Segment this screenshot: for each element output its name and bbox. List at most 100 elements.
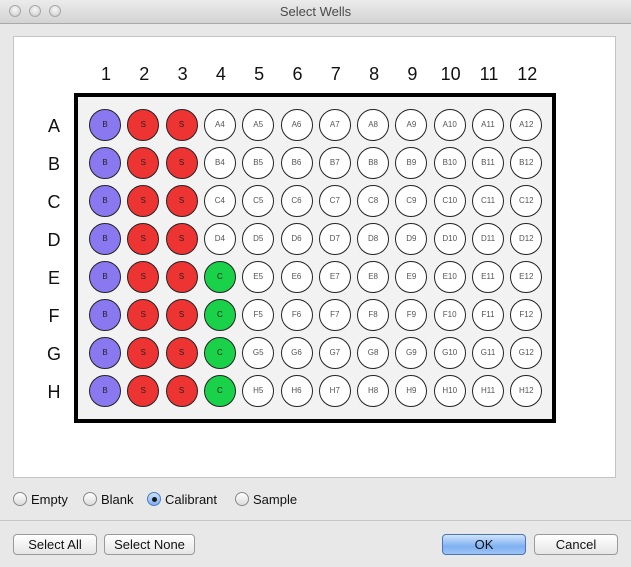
well-D4[interactable]: D4 xyxy=(203,223,236,255)
radio-button-icon[interactable] xyxy=(147,492,161,506)
well-A11[interactable]: A11 xyxy=(472,109,504,141)
well-A8[interactable]: A8 xyxy=(357,109,390,141)
well-F11[interactable]: F11 xyxy=(472,299,504,331)
well-D11[interactable]: D11 xyxy=(472,223,504,255)
row-header[interactable]: D xyxy=(44,229,64,251)
column-header[interactable]: 3 xyxy=(165,63,201,85)
column-header[interactable]: 1 xyxy=(88,63,124,85)
well-C7[interactable]: C7 xyxy=(318,185,351,217)
radio-blank[interactable]: Blank xyxy=(83,490,134,508)
well-F6[interactable]: F6 xyxy=(280,299,313,331)
well-E6[interactable]: E6 xyxy=(280,261,313,293)
well-E5[interactable]: E5 xyxy=(242,261,275,293)
radio-empty[interactable]: Empty xyxy=(13,490,68,508)
well-B10[interactable]: B10 xyxy=(433,147,466,179)
well-G12[interactable]: G12 xyxy=(510,337,543,369)
well-H9[interactable]: H9 xyxy=(395,375,428,407)
radio-button-icon[interactable] xyxy=(13,492,27,506)
well-E7[interactable]: E7 xyxy=(318,261,351,293)
well-C3[interactable]: S xyxy=(165,185,198,217)
well-B11[interactable]: B11 xyxy=(472,147,504,179)
well-G10[interactable]: G10 xyxy=(433,337,466,369)
well-C11[interactable]: C11 xyxy=(472,185,504,217)
well-C5[interactable]: C5 xyxy=(242,185,275,217)
well-F8[interactable]: F8 xyxy=(357,299,390,331)
column-header[interactable]: 11 xyxy=(471,63,507,85)
well-D6[interactable]: D6 xyxy=(280,223,313,255)
well-F9[interactable]: F9 xyxy=(395,299,428,331)
well-H12[interactable]: H12 xyxy=(510,375,543,407)
well-A3[interactable]: S xyxy=(165,109,198,141)
well-F4[interactable]: C xyxy=(203,299,236,331)
well-D10[interactable]: D10 xyxy=(433,223,466,255)
well-C6[interactable]: C6 xyxy=(280,185,313,217)
well-G5[interactable]: G5 xyxy=(242,337,275,369)
well-H7[interactable]: H7 xyxy=(318,375,351,407)
well-F12[interactable]: F12 xyxy=(510,299,543,331)
column-header[interactable]: 2 xyxy=(126,63,162,85)
well-D9[interactable]: D9 xyxy=(395,223,428,255)
select-all-button[interactable]: Select All xyxy=(13,534,97,555)
well-F3[interactable]: S xyxy=(165,299,198,331)
row-header[interactable]: C xyxy=(44,191,64,213)
well-D3[interactable]: S xyxy=(165,223,198,255)
well-A4[interactable]: A4 xyxy=(203,109,236,141)
well-D8[interactable]: D8 xyxy=(357,223,390,255)
well-E12[interactable]: E12 xyxy=(510,261,543,293)
radio-sample[interactable]: Sample xyxy=(235,490,297,508)
well-D5[interactable]: D5 xyxy=(242,223,275,255)
well-E10[interactable]: E10 xyxy=(433,261,466,293)
well-A1[interactable]: B xyxy=(89,109,121,141)
well-E3[interactable]: S xyxy=(165,261,198,293)
row-header[interactable]: A xyxy=(44,115,64,137)
well-H8[interactable]: H8 xyxy=(357,375,390,407)
well-G4[interactable]: C xyxy=(203,337,236,369)
well-B5[interactable]: B5 xyxy=(242,147,275,179)
well-G7[interactable]: G7 xyxy=(318,337,351,369)
well-F2[interactable]: S xyxy=(127,299,160,331)
well-G1[interactable]: B xyxy=(89,337,121,369)
well-D2[interactable]: S xyxy=(127,223,160,255)
column-header[interactable]: 9 xyxy=(394,63,430,85)
row-header[interactable]: G xyxy=(44,343,64,365)
well-B3[interactable]: S xyxy=(165,147,198,179)
column-header[interactable]: 12 xyxy=(509,63,545,85)
well-A12[interactable]: A12 xyxy=(510,109,543,141)
row-header[interactable]: B xyxy=(44,153,64,175)
well-G2[interactable]: S xyxy=(127,337,160,369)
radio-button-icon[interactable] xyxy=(83,492,97,506)
well-E11[interactable]: E11 xyxy=(472,261,504,293)
well-E9[interactable]: E9 xyxy=(395,261,428,293)
column-header[interactable]: 5 xyxy=(241,63,277,85)
well-H3[interactable]: S xyxy=(165,375,198,407)
well-C2[interactable]: S xyxy=(127,185,160,217)
well-C4[interactable]: C4 xyxy=(203,185,236,217)
well-G3[interactable]: S xyxy=(165,337,198,369)
well-A9[interactable]: A9 xyxy=(395,109,428,141)
well-B2[interactable]: S xyxy=(127,147,160,179)
well-H2[interactable]: S xyxy=(127,375,160,407)
well-H1[interactable]: B xyxy=(89,375,121,407)
well-C12[interactable]: C12 xyxy=(510,185,543,217)
well-E4[interactable]: C xyxy=(203,261,236,293)
well-H11[interactable]: H11 xyxy=(472,375,504,407)
well-G11[interactable]: G11 xyxy=(472,337,504,369)
well-G6[interactable]: G6 xyxy=(280,337,313,369)
well-D1[interactable]: B xyxy=(89,223,121,255)
column-header[interactable]: 8 xyxy=(356,63,392,85)
well-A5[interactable]: A5 xyxy=(242,109,275,141)
cancel-button[interactable]: Cancel xyxy=(534,534,618,555)
well-A2[interactable]: S xyxy=(127,109,160,141)
column-header[interactable]: 10 xyxy=(433,63,469,85)
well-H4[interactable]: C xyxy=(203,375,236,407)
well-A7[interactable]: A7 xyxy=(318,109,351,141)
well-F7[interactable]: F7 xyxy=(318,299,351,331)
well-B6[interactable]: B6 xyxy=(280,147,313,179)
well-D12[interactable]: D12 xyxy=(510,223,543,255)
well-E2[interactable]: S xyxy=(127,261,160,293)
well-C10[interactable]: C10 xyxy=(433,185,466,217)
ok-button[interactable]: OK xyxy=(442,534,526,555)
select-none-button[interactable]: Select None xyxy=(104,534,195,555)
row-header[interactable]: H xyxy=(44,381,64,403)
well-H5[interactable]: H5 xyxy=(242,375,275,407)
